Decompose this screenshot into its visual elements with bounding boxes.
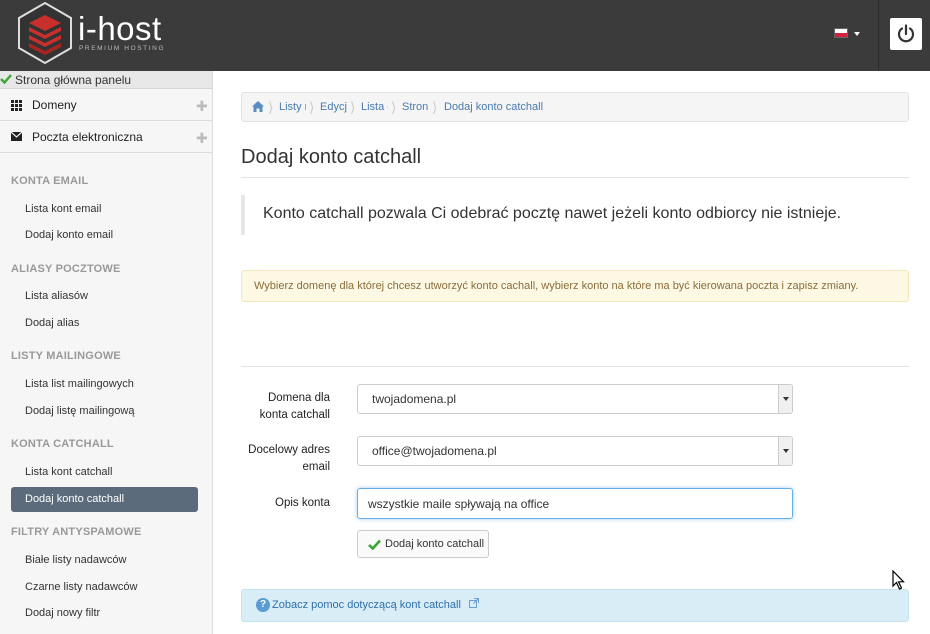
- breadcrumb-current[interactable]: Dodaj konto catchall: [444, 101, 543, 113]
- section-heading: KONTA CATCHALL: [11, 438, 114, 450]
- divider: [241, 366, 909, 367]
- domain-select[interactable]: twojadomena.pl: [357, 384, 793, 414]
- sidebar-item-blacklist[interactable]: Czarne listy nadawców: [11, 575, 198, 600]
- check-icon: [368, 539, 381, 550]
- section-heading: FILTRY ANTYSPAMOWE: [11, 526, 142, 538]
- breadcrumb-separator: ⟩: [309, 99, 315, 115]
- section-heading: LISTY MAILINGOWE: [11, 350, 121, 362]
- sidebar-item-alias-list[interactable]: Lista aliasów: [11, 284, 198, 309]
- check-icon: [0, 74, 12, 85]
- breadcrumb: ⟩ Listy r ⟩ Edycj ⟩ Lista c ⟩ Stron ⟩ Do…: [241, 92, 909, 122]
- breadcrumb-item[interactable]: Listy r: [279, 101, 306, 113]
- intro-text: Konto catchall pozwala Ci odebrać pocztę…: [263, 205, 842, 222]
- sidebar-item-label: Domeny: [32, 98, 77, 112]
- target-email-value: office@twojadomena.pl: [372, 444, 497, 458]
- sidebar-item-add-mailing-list[interactable]: Dodaj listę mailingową: [11, 399, 198, 424]
- description-label: Opis konta: [275, 497, 330, 509]
- domain-label: Domena dla konta catchall: [259, 392, 330, 421]
- chevron-down-icon: [778, 385, 792, 413]
- question-icon: ?: [256, 598, 270, 612]
- target-email-label: Docelowy adres email: [248, 444, 330, 473]
- polish-flag-icon: [834, 28, 848, 38]
- breadcrumb-item[interactable]: Edycj: [320, 101, 347, 113]
- home-icon[interactable]: [252, 101, 264, 112]
- sidebar-item-email[interactable]: Poczta elektroniczna ✚: [0, 121, 212, 153]
- sidebar-item-whitelist[interactable]: Białe listy nadawców: [11, 548, 198, 573]
- breadcrumb-separator: ⟩: [432, 99, 438, 115]
- logo[interactable]: [14, 1, 76, 65]
- add-catchall-label: Dodaj konto catchall: [385, 538, 485, 550]
- sidebar-item-domains[interactable]: Domeny ✚: [0, 89, 212, 121]
- breadcrumb-separator: ⟩: [350, 99, 356, 115]
- breadcrumb-separator: ⟩: [391, 99, 397, 115]
- target-email-select[interactable]: office@twojadomena.pl: [357, 436, 793, 466]
- help-alert: ? Zobacz pomoc dotyczącą kont catchall: [241, 589, 909, 622]
- power-icon: [897, 24, 915, 43]
- top-bar: i-host PREMIUM HOSTING: [0, 0, 930, 71]
- expand-icon[interactable]: ✚: [196, 130, 208, 147]
- breadcrumb-item[interactable]: Lista c: [361, 101, 388, 113]
- help-link[interactable]: Zobacz pomoc dotyczącą kont catchall: [272, 599, 461, 611]
- brand-name: i-host: [78, 10, 162, 47]
- add-catchall-button[interactable]: Dodaj konto catchall: [357, 530, 489, 558]
- sidebar-item-email-list[interactable]: Lista kont email: [11, 197, 198, 222]
- sidebar-home-link[interactable]: Strona główna panelu: [0, 71, 212, 89]
- logout-button[interactable]: [890, 18, 922, 50]
- sidebar-item-label: Poczta elektroniczna: [32, 130, 143, 144]
- chevron-down-icon: [778, 437, 792, 465]
- mouse-cursor-icon: [892, 570, 905, 590]
- page-title: Dodaj konto catchall: [241, 146, 422, 168]
- sidebar-item-add-alias[interactable]: Dodaj alias: [11, 311, 198, 336]
- breadcrumb-separator: ⟩: [268, 99, 274, 115]
- sidebar-item-add-catchall[interactable]: Dodaj konto catchall: [11, 487, 198, 512]
- description-input[interactable]: [357, 488, 793, 519]
- expand-icon[interactable]: ✚: [196, 98, 208, 115]
- section-heading: KONTA EMAIL: [11, 175, 89, 187]
- sidebar-item-mailing-lists[interactable]: Lista list mailingowych: [11, 372, 198, 397]
- intro-blockquote: Konto catchall pozwala Ci odebrać pocztę…: [241, 195, 909, 235]
- breadcrumb-item[interactable]: Stron: [402, 101, 429, 113]
- warning-alert: Wybierz domenę dla której chcesz utworzy…: [241, 270, 909, 302]
- section-heading: ALIASY POCZTOWE: [11, 263, 121, 275]
- sidebar: Strona główna panelu Domeny ✚ Poczta ele…: [0, 71, 213, 634]
- external-link-icon: [469, 598, 479, 608]
- warning-text: Wybierz domenę dla której chcesz utworzy…: [254, 280, 859, 292]
- sidebar-home-label: Strona główna panelu: [15, 73, 132, 87]
- sidebar-item-add-email[interactable]: Dodaj konto email: [11, 223, 198, 248]
- logout-area: [878, 0, 930, 71]
- envelope-icon: [11, 132, 22, 141]
- sidebar-item-catchall-list[interactable]: Lista kont catchall: [11, 460, 198, 485]
- divider: [241, 177, 909, 178]
- brand-tagline: PREMIUM HOSTING: [79, 45, 166, 52]
- caret-down-icon: [854, 32, 860, 36]
- domain-select-value: twojadomena.pl: [372, 392, 457, 406]
- grid-icon: [11, 100, 22, 111]
- sidebar-item-add-filter[interactable]: Dodaj nowy filtr: [11, 601, 198, 626]
- language-selector[interactable]: [834, 27, 862, 41]
